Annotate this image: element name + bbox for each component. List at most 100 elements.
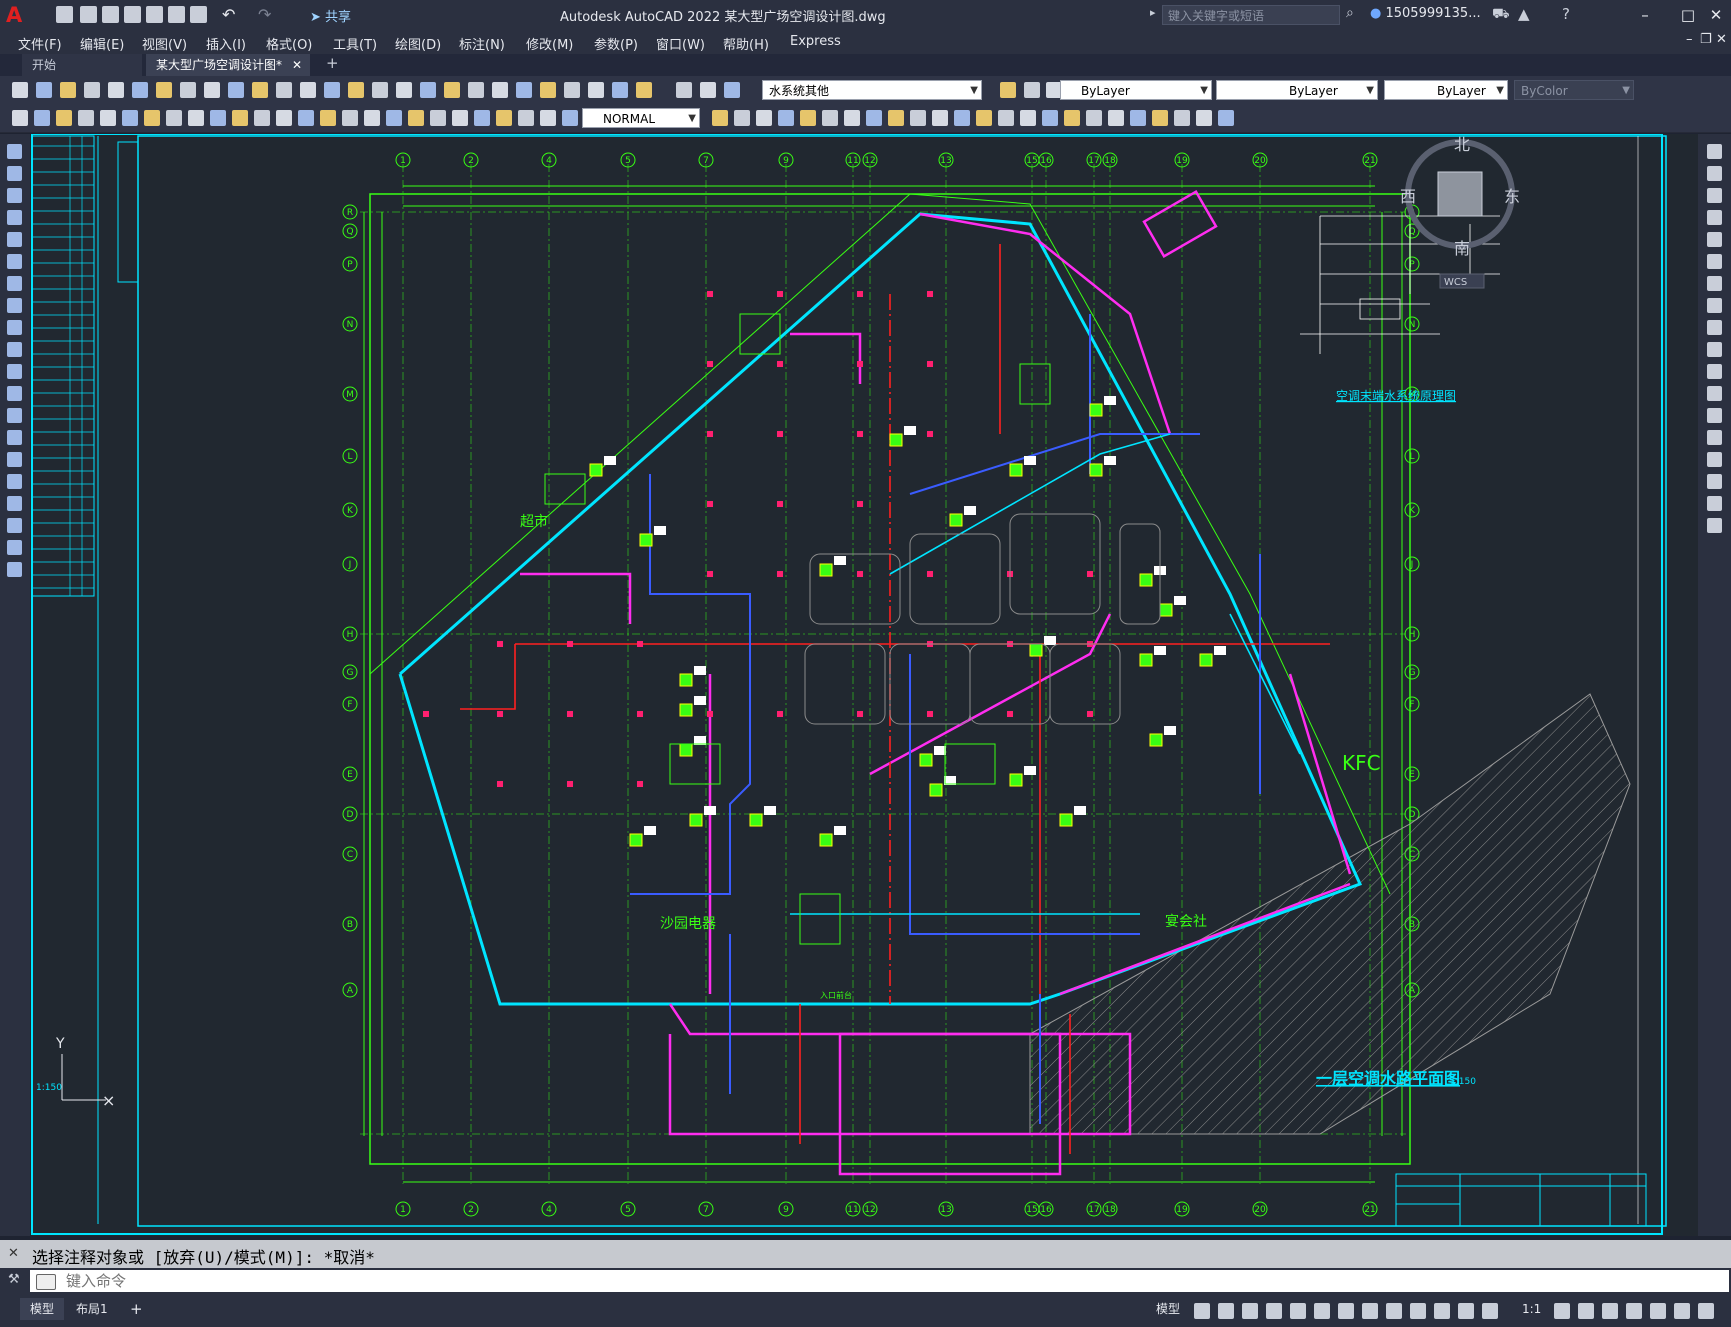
- standard-tool-icon[interactable]: [468, 82, 484, 98]
- search-icon[interactable]: ⌕: [1346, 5, 1354, 21]
- dimension-tool-icon[interactable]: [888, 110, 904, 126]
- standard-tool-icon[interactable]: [700, 82, 716, 98]
- draw-tool-icon[interactable]: [7, 254, 22, 269]
- dimension-tool-icon[interactable]: [452, 110, 468, 126]
- annotation-scale[interactable]: 1:1: [1512, 1298, 1551, 1320]
- modify-tool-icon[interactable]: [1707, 144, 1722, 159]
- menu-help[interactable]: 帮助(H): [723, 34, 769, 53]
- dimension-tool-icon[interactable]: [518, 110, 534, 126]
- new-file-icon[interactable]: [56, 6, 73, 23]
- status-toggle-icon[interactable]: [1362, 1303, 1378, 1319]
- dimension-tool-icon[interactable]: [1020, 110, 1036, 126]
- dimension-tool-icon[interactable]: [910, 110, 926, 126]
- draw-tool-icon[interactable]: [7, 364, 22, 379]
- search-expand-icon[interactable]: ▸: [1150, 6, 1156, 19]
- add-layout-button[interactable]: +: [120, 1298, 153, 1320]
- dimension-tool-icon[interactable]: [34, 110, 50, 126]
- dimension-tool-icon[interactable]: [144, 110, 160, 126]
- menu-file[interactable]: 文件(F): [18, 34, 62, 53]
- status-toggle-icon[interactable]: [1650, 1303, 1666, 1319]
- standard-tool-icon[interactable]: [348, 82, 364, 98]
- draw-tool-icon[interactable]: [7, 210, 22, 225]
- standard-tool-icon[interactable]: [492, 82, 508, 98]
- status-toggle-icon[interactable]: [1242, 1303, 1258, 1319]
- standard-tool-icon[interactable]: [1024, 82, 1040, 98]
- status-toggle-icon[interactable]: [1626, 1303, 1642, 1319]
- modify-tool-icon[interactable]: [1707, 342, 1722, 357]
- status-toggle-icon[interactable]: [1698, 1303, 1714, 1319]
- standard-tool-icon[interactable]: [204, 82, 220, 98]
- draw-tool-icon[interactable]: [7, 474, 22, 489]
- standard-tool-icon[interactable]: [132, 82, 148, 98]
- menu-express[interactable]: Express: [790, 34, 841, 49]
- standard-tool-icon[interactable]: [60, 82, 76, 98]
- standard-tool-icon[interactable]: [516, 82, 532, 98]
- menu-view[interactable]: 视图(V): [142, 34, 187, 53]
- open-file-icon[interactable]: [80, 6, 97, 23]
- draw-tool-icon[interactable]: [7, 562, 22, 577]
- dimension-tool-icon[interactable]: [276, 110, 292, 126]
- dimension-tool-icon[interactable]: [1086, 110, 1102, 126]
- menu-draw[interactable]: 绘图(D): [395, 34, 441, 53]
- status-toggle-icon[interactable]: [1314, 1303, 1330, 1319]
- standard-tool-icon[interactable]: [1000, 82, 1016, 98]
- dimension-tool-icon[interactable]: [866, 110, 882, 126]
- draw-tool-icon[interactable]: [7, 430, 22, 445]
- modify-tool-icon[interactable]: [1707, 232, 1722, 247]
- redo-icon[interactable]: ↷: [258, 6, 278, 23]
- dimension-tool-icon[interactable]: [100, 110, 116, 126]
- modify-tool-icon[interactable]: [1707, 298, 1722, 313]
- standard-tool-icon[interactable]: [420, 82, 436, 98]
- modify-tool-icon[interactable]: [1707, 320, 1722, 335]
- draw-tool-icon[interactable]: [7, 452, 22, 467]
- menu-edit[interactable]: 编辑(E): [80, 34, 124, 53]
- modify-tool-icon[interactable]: [1707, 496, 1722, 511]
- status-toggle-icon[interactable]: [1554, 1303, 1570, 1319]
- dimension-tool-icon[interactable]: [430, 110, 446, 126]
- drawing-canvas[interactable]: 1 1 2 2 4 4 5 5 7 7 9 9 11 11 12 12 13 13 15 15 16 16 17 17 18 18…: [30, 134, 1698, 1236]
- standard-tool-icon[interactable]: [228, 82, 244, 98]
- dimension-tool-icon[interactable]: [1196, 110, 1212, 126]
- standard-tool-icon[interactable]: [540, 82, 556, 98]
- menu-window[interactable]: 窗口(W): [656, 34, 705, 53]
- status-toggle-icon[interactable]: [1338, 1303, 1354, 1319]
- dimension-tool-icon[interactable]: [1064, 110, 1080, 126]
- autocad-logo-icon[interactable]: A: [6, 3, 30, 27]
- standard-tool-icon[interactable]: [276, 82, 292, 98]
- new-tab-button[interactable]: +: [326, 54, 339, 72]
- standard-tool-icon[interactable]: [724, 82, 740, 98]
- dimension-tool-icon[interactable]: [800, 110, 816, 126]
- standard-tool-icon[interactable]: [108, 82, 124, 98]
- modify-tool-icon[interactable]: [1707, 188, 1722, 203]
- plot-icon[interactable]: [190, 6, 207, 23]
- standard-tool-icon[interactable]: [300, 82, 316, 98]
- dimension-tool-icon[interactable]: [1130, 110, 1146, 126]
- close-button[interactable]: ✕: [1703, 4, 1729, 26]
- standard-tool-icon[interactable]: [612, 82, 628, 98]
- menu-tools[interactable]: 工具(T): [333, 34, 377, 53]
- dimension-tool-icon[interactable]: [1218, 110, 1234, 126]
- status-toggle-icon[interactable]: [1194, 1303, 1210, 1319]
- dimension-tool-icon[interactable]: [474, 110, 490, 126]
- standard-tool-icon[interactable]: [156, 82, 172, 98]
- draw-tool-icon[interactable]: [7, 496, 22, 511]
- tab-start[interactable]: 开始: [22, 54, 142, 76]
- modify-tool-icon[interactable]: [1707, 254, 1722, 269]
- textstyle-dropdown[interactable]: NORMAL ▼: [582, 108, 700, 128]
- standard-tool-icon[interactable]: [12, 82, 28, 98]
- dimension-tool-icon[interactable]: [932, 110, 948, 126]
- draw-tool-icon[interactable]: [7, 386, 22, 401]
- save-icon[interactable]: [102, 6, 119, 23]
- dimension-tool-icon[interactable]: [210, 110, 226, 126]
- dimension-tool-icon[interactable]: [364, 110, 380, 126]
- status-toggle-icon[interactable]: [1266, 1303, 1282, 1319]
- menu-dimension[interactable]: 标注(N): [459, 34, 505, 53]
- status-toggle-icon[interactable]: [1386, 1303, 1402, 1319]
- draw-tool-icon[interactable]: [7, 144, 22, 159]
- tab-close-icon[interactable]: ✕: [292, 54, 302, 76]
- standard-tool-icon[interactable]: [324, 82, 340, 98]
- status-toggle-icon[interactable]: [1290, 1303, 1306, 1319]
- dimension-tool-icon[interactable]: [232, 110, 248, 126]
- customize-cmd-icon[interactable]: ⚒: [8, 1272, 20, 1287]
- draw-tool-icon[interactable]: [7, 540, 22, 555]
